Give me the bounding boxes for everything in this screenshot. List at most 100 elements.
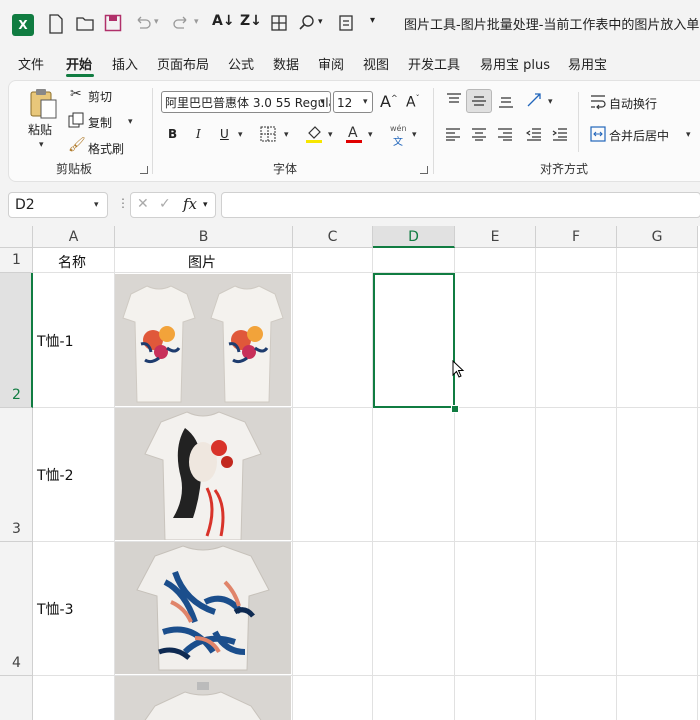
borders-icon[interactable] [270, 14, 288, 34]
row-header-1[interactable]: 1 [0, 248, 33, 273]
phonetic-dropdown-icon[interactable]: ▾ [412, 130, 417, 140]
function-dropdown-icon[interactable]: ▾ [203, 200, 208, 210]
cancel-icon[interactable]: ✕ [137, 196, 149, 212]
name-box[interactable]: D2 [8, 192, 108, 218]
column-header-a[interactable]: A [33, 226, 115, 248]
tshirt-image-1[interactable] [115, 274, 291, 406]
formula-input[interactable] [221, 192, 700, 218]
new-file-icon[interactable] [48, 14, 64, 34]
align-center-icon[interactable] [471, 127, 487, 141]
save-icon[interactable] [104, 14, 122, 34]
clipboard-launcher-icon[interactable] [140, 166, 148, 174]
tab-yiyongbao[interactable]: 易用宝 [568, 54, 607, 73]
column-header-c[interactable]: C [293, 226, 373, 248]
copy-dropdown-icon[interactable]: ▾ [128, 117, 133, 127]
cell-b1[interactable]: 图片 [188, 252, 216, 272]
row-header-5[interactable] [0, 676, 33, 720]
font-launcher-icon[interactable] [420, 166, 428, 174]
redo-dropdown-icon[interactable]: ▾ [194, 17, 199, 37]
tab-view[interactable]: 视图 [363, 54, 389, 73]
customize-toolbar-icon[interactable]: ▾ [370, 15, 375, 35]
column-header-b[interactable]: B [115, 226, 293, 248]
sort-ascending-icon[interactable]: A↓ [212, 13, 235, 33]
name-box-value: D2 [15, 197, 35, 213]
row-header-4[interactable]: 4 [0, 542, 33, 676]
shrink-font-button[interactable]: Aˇ [406, 94, 420, 111]
find-icon[interactable] [298, 14, 316, 34]
copy-button[interactable]: 复制 [88, 114, 112, 131]
tab-formulas[interactable]: 公式 [228, 54, 254, 73]
border-dropdown-icon[interactable]: ▾ [284, 130, 289, 140]
tab-page-layout[interactable]: 页面布局 [157, 54, 209, 73]
grow-font-button[interactable]: A^ [380, 92, 398, 111]
fill-handle[interactable] [451, 405, 459, 413]
selected-cell-d2[interactable] [373, 273, 455, 408]
border-icon[interactable] [260, 126, 276, 142]
column-header-d[interactable]: D [373, 226, 455, 248]
tshirt-image-4[interactable] [115, 676, 291, 720]
cell-a1[interactable]: 名称 [58, 252, 86, 272]
orientation-icon[interactable] [526, 92, 544, 108]
merge-center-dropdown-icon[interactable]: ▾ [686, 130, 691, 140]
font-color-icon[interactable]: A [345, 124, 363, 144]
column-header-f[interactable]: F [536, 226, 617, 248]
cell-a2[interactable]: T恤-1 [37, 331, 74, 351]
undo-icon[interactable] [134, 14, 152, 34]
open-folder-icon[interactable] [76, 14, 94, 34]
form-icon[interactable] [338, 14, 354, 34]
tab-home[interactable]: 开始 [66, 54, 92, 73]
row-header-2[interactable]: 2 [0, 273, 33, 408]
select-all-corner[interactable] [0, 226, 33, 248]
paste-button[interactable]: 粘贴 [28, 121, 52, 138]
tab-yiyongbao-plus[interactable]: 易用宝 plus [480, 54, 550, 73]
align-right-icon[interactable] [497, 127, 513, 141]
wrap-text-button[interactable]: 自动换行 [609, 95, 657, 112]
merge-center-icon[interactable] [590, 126, 606, 142]
name-box-dropdown-icon[interactable]: ▾ [94, 200, 99, 210]
font-size-dropdown-icon[interactable]: ▾ [363, 97, 368, 107]
tab-review[interactable]: 审阅 [318, 54, 344, 73]
sort-descending-icon[interactable]: Z↓ [240, 13, 262, 33]
wrap-text-icon[interactable] [590, 94, 606, 110]
bold-button[interactable]: B [168, 127, 177, 141]
enter-icon[interactable]: ✓ [159, 196, 171, 212]
cell-a4[interactable]: T恤-3 [37, 599, 74, 619]
decrease-indent-icon[interactable] [526, 127, 542, 141]
find-dropdown-icon[interactable]: ▾ [318, 17, 323, 37]
column-header-g[interactable]: G [617, 226, 698, 248]
italic-button[interactable]: I [196, 127, 201, 141]
cut-button[interactable]: 剪切 [88, 88, 112, 105]
tab-insert[interactable]: 插入 [112, 54, 138, 73]
font-color-dropdown-icon[interactable]: ▾ [368, 130, 373, 140]
tab-data[interactable]: 数据 [273, 54, 299, 73]
fill-color-dropdown-icon[interactable]: ▾ [328, 130, 333, 140]
row-header-3[interactable]: 3 [0, 408, 33, 542]
column-header-e[interactable]: E [455, 226, 536, 248]
format-painter-button[interactable]: 格式刷 [88, 140, 124, 157]
tshirt-image-2[interactable] [115, 408, 291, 540]
align-bottom-icon[interactable] [497, 94, 515, 110]
tshirt-image-3[interactable] [115, 542, 291, 674]
font-name-dropdown-icon[interactable]: ▾ [320, 97, 325, 107]
tab-developer[interactable]: 开发工具 [408, 54, 460, 73]
font-name-combo[interactable]: 阿里巴巴普惠体 3.0 55 Regular [161, 91, 331, 113]
worksheet-grid[interactable]: A B C D E F G 1 2 3 4 名称 图片 T恤-1 T恤-2 T恤… [0, 226, 700, 720]
phonetic-guide-button[interactable]: 文 [393, 133, 403, 148]
tab-file[interactable]: 文件 [18, 54, 44, 73]
insert-function-icon[interactable]: fx [183, 195, 197, 213]
formula-bar-grip-icon[interactable]: ⋮ [117, 196, 129, 210]
paste-dropdown-icon[interactable]: ▾ [39, 140, 44, 150]
underline-dropdown-icon[interactable]: ▾ [238, 130, 243, 140]
merge-center-button[interactable]: 合并后居中 [609, 127, 669, 144]
undo-dropdown-icon[interactable]: ▾ [154, 17, 159, 37]
increase-indent-icon[interactable] [552, 127, 568, 141]
underline-button[interactable]: U [220, 127, 229, 141]
fill-color-icon[interactable] [305, 124, 323, 144]
paste-icon[interactable] [28, 88, 58, 120]
cell-a3[interactable]: T恤-2 [37, 465, 74, 485]
align-top-icon[interactable] [445, 92, 463, 108]
redo-icon[interactable] [172, 14, 190, 34]
align-middle-button[interactable] [466, 89, 492, 113]
orientation-dropdown-icon[interactable]: ▾ [548, 97, 553, 107]
align-left-icon[interactable] [445, 127, 461, 141]
